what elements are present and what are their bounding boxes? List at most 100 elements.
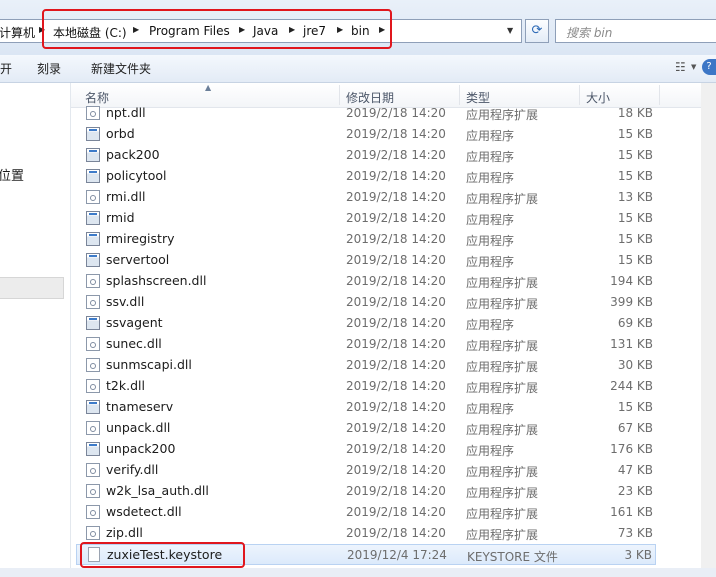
file-size: 73 KB [617, 526, 653, 540]
new-folder-button[interactable]: 新建文件夹 [91, 60, 151, 77]
file-name: policytool [106, 168, 167, 183]
column-divider[interactable] [579, 85, 580, 105]
file-name: orbd [106, 126, 135, 141]
dll-icon [86, 379, 100, 393]
help-icon[interactable]: ? [702, 59, 716, 75]
file-size: 15 KB [617, 148, 653, 162]
address-history-chevron-down-icon[interactable]: ▼ [507, 26, 513, 35]
file-name: w2k_lsa_auth.dll [106, 483, 209, 498]
file-size: 15 KB [617, 253, 653, 267]
file-name: rmiregistry [106, 231, 175, 246]
file-row[interactable]: orbd 2019/2/18 14:20 应用程序 15 KB [76, 124, 656, 145]
file-date: 2019/2/18 14:20 [346, 505, 446, 519]
refresh-button[interactable]: ⟳ [525, 19, 549, 43]
file-size: 131 KB [610, 337, 653, 351]
file-date: 2019/2/18 14:20 [346, 106, 446, 120]
file-row[interactable]: rmid 2019/2/18 14:20 应用程序 15 KB [76, 208, 656, 229]
file-date: 2019/2/18 14:20 [346, 211, 446, 225]
file-date: 2019/2/18 14:20 [346, 421, 446, 435]
file-name: zip.dll [106, 525, 143, 540]
file-row[interactable]: sunmscapi.dll 2019/2/18 14:20 应用程序扩展 30 KB [76, 355, 656, 376]
file-row[interactable]: npt.dll 2019/2/18 14:20 应用程序扩展 18 KB [76, 103, 656, 124]
file-date: 2019/2/18 14:20 [346, 379, 446, 393]
file-row[interactable]: ssv.dll 2019/2/18 14:20 应用程序扩展 399 KB [76, 292, 656, 313]
file-row[interactable]: rmiregistry 2019/2/18 14:20 应用程序 15 KB [76, 229, 656, 250]
nav-item-label[interactable]: 位置 [0, 165, 24, 184]
exe-icon [86, 148, 100, 162]
file-size: 3 KB [624, 548, 652, 562]
file-date: 2019/2/18 14:20 [346, 253, 446, 267]
file-date: 2019/2/18 14:20 [346, 484, 446, 498]
address-bar-area: 计算机 ▶ 本地磁盘 (C:) ▶ Program Files ▶ Java ▶… [0, 0, 716, 55]
burn-button[interactable]: 刻录 [37, 60, 61, 77]
file-name: ssv.dll [106, 294, 145, 309]
file-row[interactable]: tnameserv 2019/2/18 14:20 应用程序 15 KB [76, 397, 656, 418]
file-type: 应用程序扩展 [466, 423, 539, 437]
file-size: 23 KB [617, 484, 653, 498]
file-row[interactable]: verify.dll 2019/2/18 14:20 应用程序扩展 47 KB [76, 460, 656, 481]
file-date: 2019/2/18 14:20 [346, 190, 446, 204]
file-size: 15 KB [617, 400, 653, 414]
file-name: splashscreen.dll [106, 273, 207, 288]
file-name: npt.dll [106, 105, 146, 120]
file-row[interactable]: rmi.dll 2019/2/18 14:20 应用程序扩展 13 KB [76, 187, 656, 208]
file-name: wsdetect.dll [106, 504, 182, 519]
nav-selected-item[interactable] [0, 277, 64, 299]
file-row[interactable]: pack200 2019/2/18 14:20 应用程序 15 KB [76, 145, 656, 166]
file-size: 176 KB [610, 442, 653, 456]
exe-icon [86, 316, 100, 330]
file-row[interactable]: sunec.dll 2019/2/18 14:20 应用程序扩展 131 KB [76, 334, 656, 355]
file-row[interactable]: splashscreen.dll 2019/2/18 14:20 应用程序扩展 194… [76, 271, 656, 292]
address-highlight-box [42, 9, 392, 49]
file-name: rmid [106, 210, 135, 225]
file-type: 应用程序 [466, 213, 515, 227]
file-size: 67 KB [617, 421, 653, 435]
file-row[interactable]: w2k_lsa_auth.dll 2019/2/18 14:20 应用程序扩展 23 … [76, 481, 656, 502]
exe-icon [86, 211, 100, 225]
file-row[interactable]: unpack.dll 2019/2/18 14:20 应用程序扩展 67 KB [76, 418, 656, 439]
file-date: 2019/2/18 14:20 [346, 127, 446, 141]
file-size: 15 KB [617, 169, 653, 183]
file-date: 2019/2/18 14:20 [346, 400, 446, 414]
file-list: ▲ 名称 修改日期 类型 大小 npt.dll 2019/2/18 14:20 应用… [71, 83, 716, 568]
file-type: 应用程序 [466, 171, 515, 185]
file-row[interactable]: policytool 2019/2/18 14:20 应用程序 15 KB [76, 166, 656, 187]
file-type: 应用程序扩展 [466, 276, 539, 290]
vertical-scrollbar[interactable] [701, 83, 716, 568]
column-divider[interactable] [459, 85, 460, 105]
file-size: 69 KB [617, 316, 653, 330]
file-row[interactable]: zip.dll 2019/2/18 14:20 应用程序扩展 73 KB [76, 523, 656, 544]
file-date: 2019/12/4 17:24 [347, 548, 447, 562]
file-highlight-box [80, 542, 245, 568]
open-button[interactable]: 打开 [0, 60, 12, 77]
refresh-icon: ⟳ [531, 23, 543, 38]
file-type: 应用程序 [466, 318, 515, 332]
file-type: 应用程序扩展 [466, 486, 539, 500]
exe-icon [86, 169, 100, 183]
file-type: 应用程序扩展 [466, 108, 539, 122]
file-row[interactable]: servertool 2019/2/18 14:20 应用程序 15 KB [76, 250, 656, 271]
file-date: 2019/2/18 14:20 [346, 316, 446, 330]
view-chevron-down-icon[interactable]: ▼ [691, 63, 696, 71]
file-row[interactable]: ssvagent 2019/2/18 14:20 应用程序 69 KB [76, 313, 656, 334]
file-row[interactable]: wsdetect.dll 2019/2/18 14:20 应用程序扩展 161 KB [76, 502, 656, 523]
navigation-pane: 位置 [0, 83, 71, 568]
file-row[interactable]: unpack200 2019/2/18 14:20 应用程序 176 KB [76, 439, 656, 460]
file-size: 194 KB [610, 274, 653, 288]
file-row[interactable]: t2k.dll 2019/2/18 14:20 应用程序扩展 244 KB [76, 376, 656, 397]
file-type: 应用程序 [466, 402, 515, 416]
column-divider[interactable] [659, 85, 660, 105]
search-input[interactable]: 搜索 bin [555, 19, 716, 43]
file-size: 399 KB [610, 295, 653, 309]
file-name: rmi.dll [106, 189, 146, 204]
breadcrumb-computer[interactable]: 计算机 [0, 24, 35, 41]
file-type: 应用程序扩展 [466, 507, 539, 521]
dll-icon [86, 106, 100, 120]
exe-icon [86, 442, 100, 456]
column-divider[interactable] [339, 85, 340, 105]
dll-icon [86, 274, 100, 288]
file-type: 应用程序扩展 [466, 381, 539, 395]
file-type: 应用程序扩展 [466, 465, 539, 479]
file-size: 15 KB [617, 211, 653, 225]
view-options-icon[interactable]: ☷ [675, 60, 686, 74]
